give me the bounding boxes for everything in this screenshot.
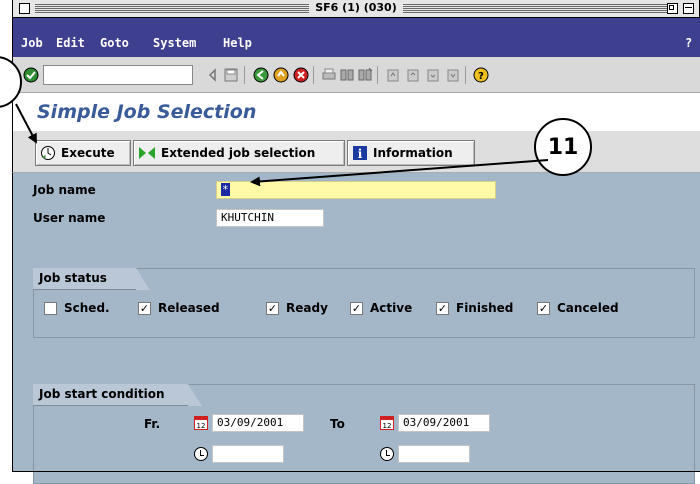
exit-icon[interactable] xyxy=(273,67,289,83)
information-label: Information xyxy=(373,146,453,160)
back-arrow-icon[interactable] xyxy=(205,67,221,83)
previous-page-icon[interactable] xyxy=(405,67,421,83)
find-next-icon[interactable] xyxy=(357,67,373,83)
extended-job-selection-button[interactable]: Extended job selection xyxy=(133,140,345,166)
sched-checkbox[interactable] xyxy=(44,302,57,315)
application-toolbar: Execute Extended job selection i Informa… xyxy=(12,131,700,173)
information-icon: i xyxy=(353,146,367,161)
job-name-value: * xyxy=(221,183,230,196)
execute-icon xyxy=(41,146,55,160)
to-date-input[interactable]: 03/09/2001 xyxy=(398,414,490,432)
svg-text:12: 12 xyxy=(197,422,206,430)
find-icon[interactable] xyxy=(339,67,355,83)
execute-label: Execute xyxy=(61,146,115,160)
enter-icon[interactable] xyxy=(23,67,39,83)
job-name-input[interactable]: * xyxy=(216,181,496,199)
menu-goto[interactable]: Goto xyxy=(100,36,129,50)
zoom-box-icon[interactable] xyxy=(667,3,678,14)
help-question-mark[interactable]: ? xyxy=(685,36,692,50)
svg-text:?: ? xyxy=(478,71,484,82)
menu-bar: Job Edit Goto System Help ? xyxy=(12,18,700,57)
from-time-input[interactable] xyxy=(212,445,284,463)
job-status-title: Job status xyxy=(33,268,150,290)
clock-icon[interactable] xyxy=(194,447,208,461)
job-status-group: Job status Sched. ✓ Released ✓ Ready ✓ A… xyxy=(33,268,695,338)
print-icon[interactable] xyxy=(321,67,337,83)
job-name-label: Job name xyxy=(33,183,96,197)
standard-toolbar: ? xyxy=(12,57,700,93)
menu-system[interactable]: System xyxy=(153,36,196,50)
toolbar-separator xyxy=(313,66,314,84)
execute-button[interactable]: Execute xyxy=(35,140,131,166)
last-page-icon[interactable] xyxy=(445,67,461,83)
toolbar-separator xyxy=(377,66,378,84)
selection-screen: Job name * User name KHUTCHIN Job status… xyxy=(12,173,700,484)
from-label: Fr. xyxy=(144,417,161,431)
calendar-icon[interactable]: 12 xyxy=(380,416,394,430)
toolbar-separator xyxy=(465,66,466,84)
job-start-condition-group: Job start condition Fr. 12 03/09/2001 To… xyxy=(33,384,695,484)
cancel-icon[interactable] xyxy=(293,67,309,83)
save-icon[interactable] xyxy=(223,67,239,83)
first-page-icon[interactable] xyxy=(385,67,401,83)
calendar-icon[interactable]: 12 xyxy=(194,416,208,430)
job-start-condition-title: Job start condition xyxy=(33,384,202,406)
page-title: Simple Job Selection xyxy=(37,101,257,123)
toolbar-separator xyxy=(244,66,245,84)
canceled-label: Canceled xyxy=(557,301,619,315)
ready-label: Ready xyxy=(286,301,328,315)
menu-edit[interactable]: Edit xyxy=(56,36,85,50)
finished-checkbox[interactable]: ✓ xyxy=(436,302,449,315)
canceled-checkbox[interactable]: ✓ xyxy=(537,302,550,315)
to-label: To xyxy=(330,417,345,431)
finished-label: Finished xyxy=(456,301,514,315)
sched-label: Sched. xyxy=(64,301,110,315)
released-checkbox[interactable]: ✓ xyxy=(138,302,151,315)
from-date-input[interactable]: 03/09/2001 xyxy=(212,414,304,432)
information-button[interactable]: i Information xyxy=(347,140,475,166)
user-name-label: User name xyxy=(33,211,106,225)
active-label: Active xyxy=(370,301,413,315)
extended-selection-icon xyxy=(139,147,155,159)
collapse-box-icon[interactable] xyxy=(683,3,694,14)
ready-checkbox[interactable]: ✓ xyxy=(266,302,279,315)
to-time-input[interactable] xyxy=(398,445,470,463)
callout-number: 11 xyxy=(534,118,592,176)
next-page-icon[interactable] xyxy=(425,67,441,83)
help-icon[interactable]: ? xyxy=(473,67,489,83)
menu-job[interactable]: Job xyxy=(21,36,43,50)
clock-icon[interactable] xyxy=(380,447,394,461)
extended-job-selection-label: Extended job selection xyxy=(161,146,316,160)
window-title: SF6 (1) (030) xyxy=(309,1,403,14)
svg-text:12: 12 xyxy=(383,422,392,430)
released-label: Released xyxy=(158,301,220,315)
back-icon[interactable] xyxy=(253,67,269,83)
user-name-input[interactable]: KHUTCHIN xyxy=(216,209,324,227)
screen-header: Simple Job Selection xyxy=(12,93,700,131)
window-title-bar[interactable]: SF6 (1) (030) xyxy=(12,0,700,18)
svg-text:i: i xyxy=(358,147,363,161)
active-checkbox[interactable]: ✓ xyxy=(350,302,363,315)
menu-help[interactable]: Help xyxy=(223,36,252,50)
command-field[interactable] xyxy=(43,65,193,85)
